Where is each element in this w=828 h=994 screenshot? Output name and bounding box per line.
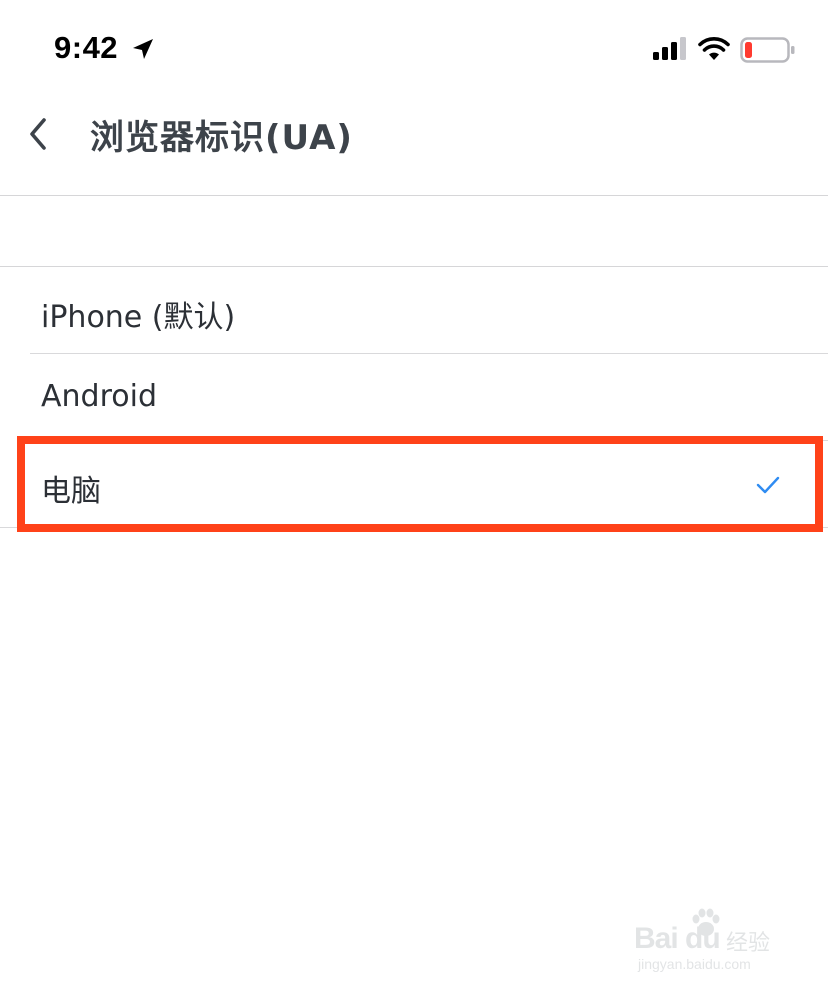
navigation-bar: 浏览器标识(UA) (0, 96, 828, 196)
divider (0, 527, 828, 528)
chevron-left-icon (30, 118, 46, 150)
ua-option-list: iPhone (默认) Android 电脑 (0, 266, 828, 528)
wifi-icon (698, 37, 730, 60)
option-android[interactable]: Android (0, 354, 828, 441)
option-label: Android (41, 379, 157, 414)
option-iphone[interactable]: iPhone (默认) (0, 267, 828, 354)
option-label: 电脑 (41, 474, 101, 509)
back-button[interactable] (20, 114, 60, 154)
option-label: iPhone (默认) (41, 300, 236, 335)
status-time: 9:42 (54, 30, 119, 65)
location-arrow-icon (133, 39, 153, 59)
signal-icon (653, 37, 686, 60)
option-desktop[interactable]: 电脑 (0, 441, 828, 528)
battery-low-icon (740, 37, 795, 63)
watermark-brand: Bai du (634, 922, 721, 955)
watermark-url: jingyan.baidu.com (638, 956, 751, 972)
status-bar: 9:42 (0, 0, 828, 96)
checkmark-icon (756, 476, 780, 494)
watermark: Bai du 经验 jingyan.baidu.com (630, 908, 800, 978)
watermark-sub: 经验 (726, 931, 771, 956)
page-title: 浏览器标识(UA) (90, 118, 353, 158)
